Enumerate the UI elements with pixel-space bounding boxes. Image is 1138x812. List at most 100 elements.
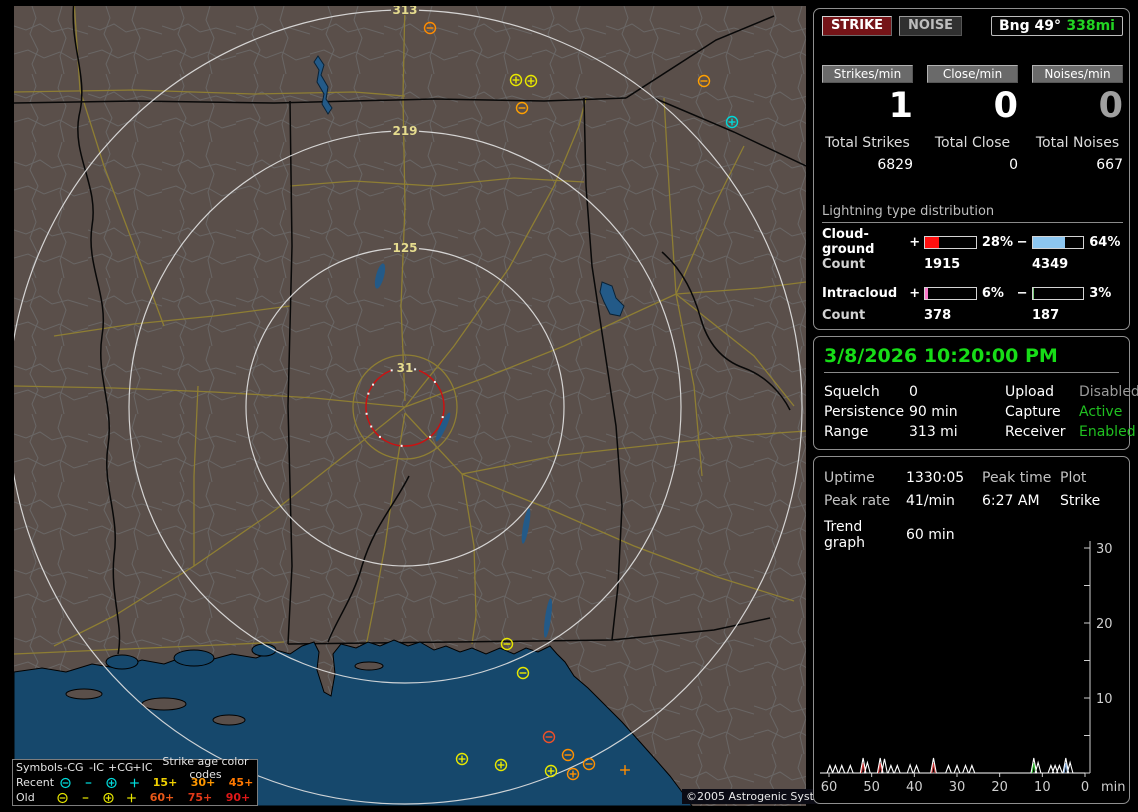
uptime-label: Uptime — [824, 469, 875, 486]
total-noises-value: 667 — [1096, 157, 1123, 173]
peak-rate-value: 41/min — [906, 492, 955, 509]
intracloud-row: Intracloud + 6% − 3% — [822, 284, 1123, 302]
total-strikes-label: Total Strikes — [825, 135, 910, 151]
plus-sign: + — [909, 285, 921, 301]
svg-text:30: 30 — [1096, 542, 1113, 557]
legend-col-pos-ic: +IC — [132, 761, 153, 774]
age-code-45: 45+ — [228, 776, 254, 789]
cg-minus-pct: 64% — [1089, 234, 1121, 250]
bearing-label: Bng 49° — [999, 18, 1062, 34]
persistence-label: Persistence — [824, 404, 905, 420]
intracloud-count-row: Count 378 187 — [822, 308, 1123, 326]
legend-symbol-p — [130, 778, 139, 787]
minus-sign: − — [1016, 234, 1028, 250]
legend-symbol-cm — [57, 792, 68, 803]
noises-per-min-value: 0 — [1098, 86, 1123, 126]
persistence-value: 90 min — [909, 404, 958, 420]
datetime-display: 3/8/2026 10:20:00 PM — [824, 345, 1119, 373]
bearing-distance: 338mi — [1066, 18, 1115, 34]
cg-count-label: Count — [822, 257, 866, 272]
legend-symbol-p — [127, 793, 136, 802]
plus-sign: + — [909, 234, 921, 250]
legend-recent-label: Recent — [16, 776, 55, 789]
peak-rate-label: Peak rate — [824, 492, 891, 509]
strike-stats-panel: STRIKE NOISE Bng 49° 338mi Strikes/min 1… — [813, 8, 1130, 330]
plot-label: Plot — [1060, 469, 1087, 486]
svg-text:219: 219 — [392, 124, 417, 138]
capture-label: Capture — [1005, 404, 1061, 420]
cg-minus-bar — [1031, 235, 1085, 249]
cloud-ground-count-row: Count 1915 4349 — [822, 257, 1123, 275]
legend-symbol-cm — [60, 777, 71, 788]
legend-col-neg-cg: -CG — [63, 761, 84, 774]
range-label: Range — [824, 424, 869, 440]
legend-col-neg-ic: -IC — [89, 761, 104, 774]
upload-label: Upload — [1005, 384, 1055, 400]
map-legend: Symbols -CG -IC +CG +IC Strike age color… — [12, 755, 258, 806]
status-rows: Squelch 0 Upload Disabled Persistence 90… — [824, 382, 1138, 442]
total-close-value: 0 — [1009, 157, 1018, 173]
status-row: Squelch 0 Upload Disabled — [824, 382, 1138, 402]
trend-panel: Uptime 1330:05 Peak time Plot Peak rate … — [813, 456, 1130, 804]
legend-old-row: Old 60+ 75+ 90+ — [13, 790, 257, 805]
squelch-label: Squelch — [824, 384, 880, 400]
svg-text:125: 125 — [392, 241, 417, 255]
strikes-per-min-badge: Strikes/min — [822, 65, 913, 83]
svg-text:20: 20 — [1096, 617, 1113, 632]
legend-col-pos-cg: +CG — [108, 761, 134, 774]
lightning-distribution: Lightning type distribution Cloud-ground… — [822, 204, 1123, 335]
legend-header-row: Symbols -CG -IC +CG +IC Strike age color… — [13, 755, 257, 781]
minus-sign: − — [1016, 285, 1028, 301]
svg-text:10: 10 — [1096, 692, 1113, 707]
capture-status: Active — [1079, 404, 1123, 420]
svg-text:50: 50 — [863, 780, 880, 795]
age-code-15: 15+ — [152, 776, 178, 789]
lightning-map[interactable]: 313 219 125 31 — [14, 6, 806, 806]
noises-per-min-badge: Noises/min — [1032, 65, 1123, 83]
peak-rate-row: Peak rate 41/min 6:27 AM Strike — [824, 489, 1119, 512]
legend-recent-symbols — [54, 776, 146, 790]
distribution-header: Lightning type distribution — [822, 204, 1123, 223]
ic-minus-bar — [1031, 286, 1085, 300]
ic-plus-bar — [924, 286, 977, 300]
trend-graph-row: Trend graph 60 min — [824, 519, 1119, 551]
map-canvas: 313 219 125 31 — [14, 6, 806, 806]
total-strikes-value: 6829 — [877, 157, 913, 173]
uptime-rows: Uptime 1330:05 Peak time Plot Peak rate … — [824, 466, 1119, 552]
legend-old-symbols — [51, 791, 143, 805]
strikes-per-min-value: 1 — [888, 86, 913, 126]
age-code-75: 75+ — [187, 791, 213, 804]
legend-symbol-m — [85, 781, 92, 784]
svg-text:20: 20 — [991, 780, 1008, 795]
range-value: 313 mi — [909, 424, 958, 440]
legend-age-row-1: 15+ 30+ 45+ — [146, 776, 260, 789]
intracloud-label: Intracloud — [822, 285, 898, 301]
svg-text:40: 40 — [906, 780, 923, 795]
legend-symbols-label: Symbols — [16, 761, 63, 774]
svg-text:min: min — [1101, 780, 1126, 795]
ic-minus-count: 187 — [1032, 308, 1060, 323]
ic-plus-count: 378 — [924, 308, 952, 323]
rate-columns: Strikes/min 1 Total Strikes 6829 Close/m… — [822, 65, 1123, 173]
bearing-readout: Bng 49° 338mi — [991, 16, 1123, 36]
cg-minus-count: 4349 — [1032, 257, 1069, 272]
svg-text:10: 10 — [1034, 780, 1051, 795]
legend-recent-row: Recent 15+ 30+ 45+ — [13, 775, 257, 790]
ic-count-label: Count — [822, 308, 866, 323]
peak-time-label: Peak time — [982, 469, 1052, 486]
legend-symbol-cp — [103, 792, 114, 803]
receiver-status: Enabled — [1079, 424, 1136, 440]
age-code-90: 90+ — [225, 791, 251, 804]
strikes-column: Strikes/min 1 Total Strikes 6829 — [822, 65, 913, 173]
cg-plus-bar — [924, 235, 977, 249]
ic-minus-pct: 3% — [1089, 285, 1112, 301]
strike-mode-button[interactable]: STRIKE — [822, 16, 893, 36]
uptime-value: 1330:05 — [906, 469, 965, 486]
total-close-label: Total Close — [934, 135, 1011, 151]
age-code-60: 60+ — [149, 791, 175, 804]
svg-text:31: 31 — [397, 361, 414, 375]
noise-mode-button[interactable]: NOISE — [899, 16, 963, 36]
squelch-value: 0 — [909, 384, 918, 400]
legend-old-label: Old — [16, 791, 35, 804]
trend-graph-value: 60 min — [906, 527, 955, 543]
